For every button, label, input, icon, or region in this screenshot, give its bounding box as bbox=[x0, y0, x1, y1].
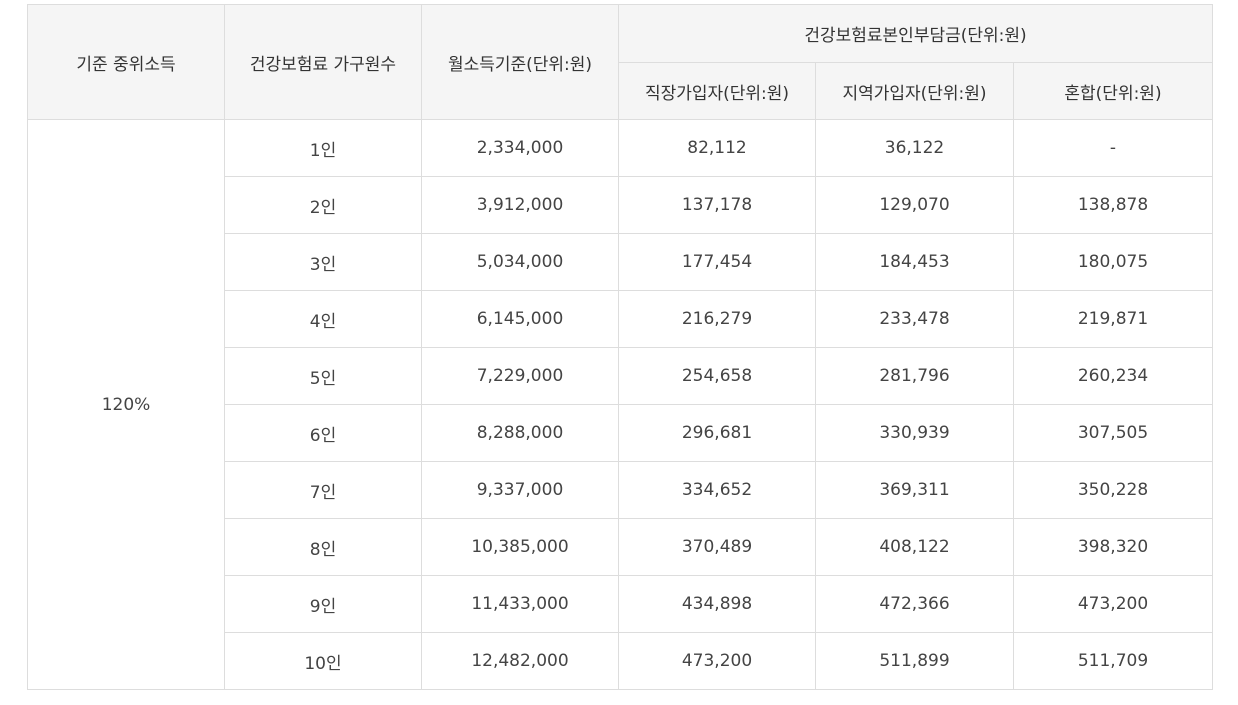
table-body: 120% 1인 2,334,000 82,112 36,122 - 2인 3,9… bbox=[27, 119, 1213, 690]
income-cell: 5,034,000 bbox=[421, 233, 619, 291]
mixed-cell: 307,505 bbox=[1013, 404, 1213, 462]
household-cell: 8인 bbox=[224, 518, 422, 576]
income-cell: 11,433,000 bbox=[421, 575, 619, 633]
employee-cell: 334,652 bbox=[618, 461, 816, 519]
header-median-income: 기준 중위소득 bbox=[27, 4, 225, 120]
household-cell: 5인 bbox=[224, 347, 422, 405]
income-cell: 10,385,000 bbox=[421, 518, 619, 576]
household-cell: 4인 bbox=[224, 290, 422, 348]
mixed-cell: 260,234 bbox=[1013, 347, 1213, 405]
regional-cell: 281,796 bbox=[815, 347, 1014, 405]
regional-cell: 129,070 bbox=[815, 176, 1014, 234]
income-cell: 2,334,000 bbox=[421, 119, 619, 177]
regional-cell: 369,311 bbox=[815, 461, 1014, 519]
median-income-cell: 120% bbox=[27, 119, 225, 690]
header-regional: 지역가입자(단위:원) bbox=[815, 62, 1014, 120]
mixed-cell: 180,075 bbox=[1013, 233, 1213, 291]
mixed-cell: 398,320 bbox=[1013, 518, 1213, 576]
household-cell: 3인 bbox=[224, 233, 422, 291]
header-mixed: 혼합(단위:원) bbox=[1013, 62, 1213, 120]
household-cell: 7인 bbox=[224, 461, 422, 519]
income-cell: 9,337,000 bbox=[421, 461, 619, 519]
employee-cell: 473,200 bbox=[618, 632, 816, 690]
mixed-cell: 350,228 bbox=[1013, 461, 1213, 519]
income-cell: 3,912,000 bbox=[421, 176, 619, 234]
regional-cell: 408,122 bbox=[815, 518, 1014, 576]
mixed-cell: 138,878 bbox=[1013, 176, 1213, 234]
employee-cell: 254,658 bbox=[618, 347, 816, 405]
regional-cell: 511,899 bbox=[815, 632, 1014, 690]
table-row: 120% 1인 2,334,000 82,112 36,122 - bbox=[27, 119, 1213, 690]
employee-cell: 137,178 bbox=[618, 176, 816, 234]
table-header: 기준 중위소득 건강보험료 가구원수 월소득기준(단위:원) 건강보험료본인부담… bbox=[27, 4, 1213, 120]
income-cell: 7,229,000 bbox=[421, 347, 619, 405]
regional-cell: 472,366 bbox=[815, 575, 1014, 633]
household-cell: 10인 bbox=[224, 632, 422, 690]
header-employee: 직장가입자(단위:원) bbox=[618, 62, 816, 120]
employee-cell: 82,112 bbox=[618, 119, 816, 177]
regional-cell: 36,122 bbox=[815, 119, 1014, 177]
header-premium-group: 건강보험료본인부담금(단위:원) bbox=[618, 4, 1213, 63]
household-cell: 9인 bbox=[224, 575, 422, 633]
mixed-cell: 473,200 bbox=[1013, 575, 1213, 633]
regional-cell: 330,939 bbox=[815, 404, 1014, 462]
mixed-cell: 219,871 bbox=[1013, 290, 1213, 348]
health-insurance-premium-table: 기준 중위소득 건강보험료 가구원수 월소득기준(단위:원) 건강보험료본인부담… bbox=[27, 4, 1213, 690]
income-cell: 12,482,000 bbox=[421, 632, 619, 690]
mixed-cell: - bbox=[1013, 119, 1213, 177]
regional-cell: 233,478 bbox=[815, 290, 1014, 348]
employee-cell: 434,898 bbox=[618, 575, 816, 633]
premium-table-container: 기준 중위소득 건강보험료 가구원수 월소득기준(단위:원) 건강보험료본인부담… bbox=[27, 4, 1213, 690]
employee-cell: 296,681 bbox=[618, 404, 816, 462]
employee-cell: 177,454 bbox=[618, 233, 816, 291]
employee-cell: 370,489 bbox=[618, 518, 816, 576]
income-cell: 6,145,000 bbox=[421, 290, 619, 348]
household-cell: 1인 bbox=[224, 119, 422, 177]
header-monthly-income: 월소득기준(단위:원) bbox=[421, 4, 619, 120]
household-cell: 2인 bbox=[224, 176, 422, 234]
mixed-cell: 511,709 bbox=[1013, 632, 1213, 690]
regional-cell: 184,453 bbox=[815, 233, 1014, 291]
income-cell: 8,288,000 bbox=[421, 404, 619, 462]
header-household-size: 건강보험료 가구원수 bbox=[224, 4, 422, 120]
employee-cell: 216,279 bbox=[618, 290, 816, 348]
header-row-top: 기준 중위소득 건강보험료 가구원수 월소득기준(단위:원) 건강보험료본인부담… bbox=[27, 4, 1213, 120]
household-cell: 6인 bbox=[224, 404, 422, 462]
